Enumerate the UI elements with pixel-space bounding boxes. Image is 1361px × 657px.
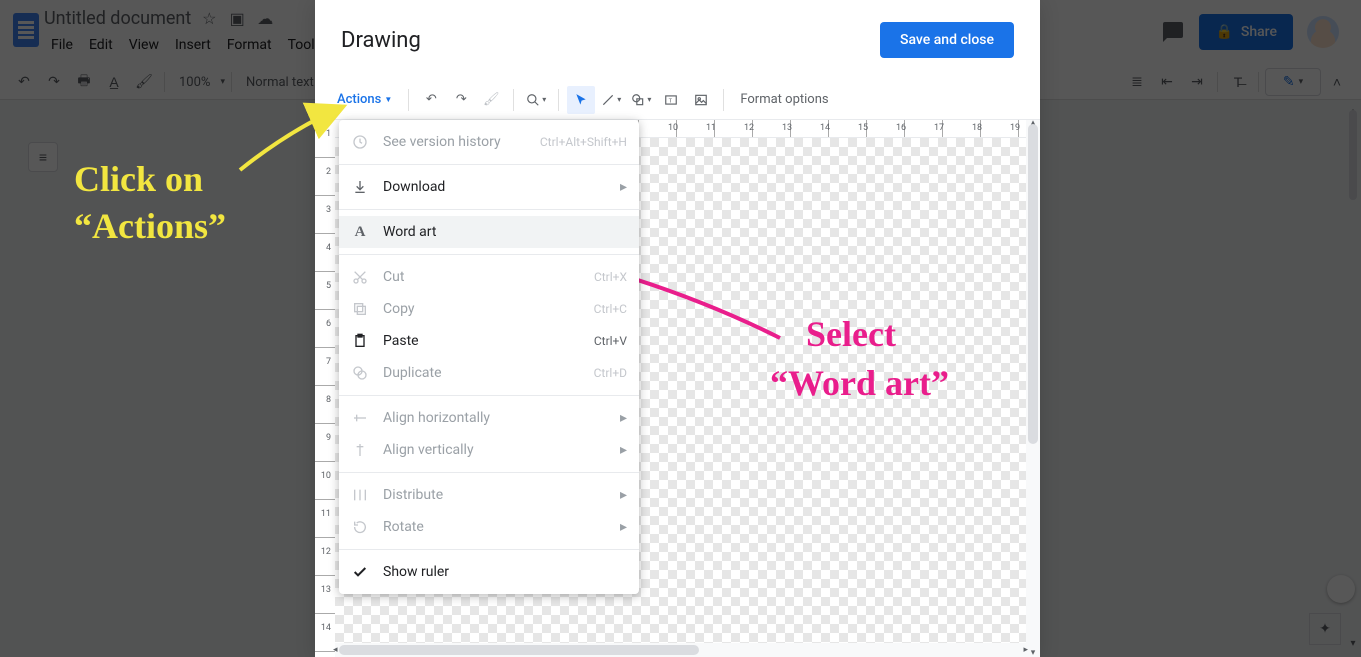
shape-tool-icon[interactable] xyxy=(627,86,655,114)
copy-icon xyxy=(351,300,369,318)
submenu-arrow-icon: ▸ xyxy=(620,179,627,195)
menu-item-label: Word art xyxy=(383,224,627,240)
menu-item-align-horizontally: Align horizontally ▸ xyxy=(339,402,639,434)
actions-dropdown: See version history Ctrl+Alt+Shift+H Downl… xyxy=(339,120,639,594)
vertical-ruler: 1234567891011121314 xyxy=(315,120,335,657)
menu-item-align-vertically: Align vertically ▸ xyxy=(339,434,639,466)
menu-item-label: Align vertically xyxy=(383,442,606,458)
paint-format-icon[interactable]: 🖌 xyxy=(477,86,505,114)
drawing-toolbar: Actions▼ ↶ ↷ 🖌 T Format options xyxy=(315,80,1040,120)
menu-item-label: Cut xyxy=(383,269,572,285)
menu-item-shortcut: Ctrl+X xyxy=(586,270,627,284)
menu-item-word-art[interactable]: A Word art xyxy=(339,216,639,248)
menu-item-distribute: Distribute ▸ xyxy=(339,479,639,511)
actions-label: Actions xyxy=(337,92,381,107)
check-icon xyxy=(351,563,369,581)
canvas-horizontal-scrollbar[interactable]: ◂ ▸ xyxy=(335,643,1026,657)
menu-item-download[interactable]: Download ▸ xyxy=(339,171,639,203)
paste-icon xyxy=(351,332,369,350)
format-options-button[interactable]: Format options xyxy=(732,86,836,114)
A-icon: A xyxy=(351,223,369,241)
dist-icon xyxy=(351,486,369,504)
submenu-arrow-icon: ▸ xyxy=(620,487,627,503)
menu-item-shortcut: Ctrl+D xyxy=(586,366,627,380)
menu-item-shortcut: Ctrl+C xyxy=(586,302,627,316)
menu-item-show-ruler[interactable]: Show ruler xyxy=(339,556,639,588)
submenu-arrow-icon: ▸ xyxy=(620,442,627,458)
menu-item-label: See version history xyxy=(383,134,518,150)
canvas-vertical-scrollbar[interactable]: ▴ ▾ xyxy=(1026,120,1040,657)
menu-item-rotate: Rotate ▸ xyxy=(339,511,639,543)
menu-item-paste[interactable]: Paste Ctrl+V xyxy=(339,325,639,357)
menu-item-copy: Copy Ctrl+C xyxy=(339,293,639,325)
zoom-icon[interactable] xyxy=(522,86,550,114)
select-tool-icon[interactable] xyxy=(567,86,595,114)
redo-icon[interactable]: ↷ xyxy=(447,86,475,114)
textbox-tool-icon[interactable]: T xyxy=(657,86,685,114)
menu-item-label: Copy xyxy=(383,301,572,317)
alignV-icon xyxy=(351,441,369,459)
submenu-arrow-icon: ▸ xyxy=(620,410,627,426)
dup-icon xyxy=(351,364,369,382)
download-icon xyxy=(351,178,369,196)
menu-item-label: Rotate xyxy=(383,519,606,535)
menu-item-shortcut: Ctrl+Alt+Shift+H xyxy=(532,135,627,149)
menu-item-shortcut: Ctrl+V xyxy=(586,334,627,348)
actions-button[interactable]: Actions▼ xyxy=(329,86,400,114)
save-and-close-button[interactable]: Save and close xyxy=(880,22,1014,58)
menu-item-label: Distribute xyxy=(383,487,606,503)
undo-icon[interactable]: ↶ xyxy=(417,86,445,114)
menu-item-label: Align horizontally xyxy=(383,410,606,426)
svg-text:T: T xyxy=(669,98,673,104)
menu-item-duplicate: Duplicate Ctrl+D xyxy=(339,357,639,389)
rotate-icon xyxy=(351,518,369,536)
image-tool-icon[interactable] xyxy=(687,86,715,114)
menu-item-cut: Cut Ctrl+X xyxy=(339,261,639,293)
menu-item-label: Paste xyxy=(383,333,572,349)
line-tool-icon[interactable] xyxy=(597,86,625,114)
menu-item-see-version-history: See version history Ctrl+Alt+Shift+H xyxy=(339,126,639,158)
alignH-icon xyxy=(351,409,369,427)
submenu-arrow-icon: ▸ xyxy=(620,519,627,535)
menu-item-label: Download xyxy=(383,179,606,195)
menu-item-label: Duplicate xyxy=(383,365,572,381)
modal-title: Drawing xyxy=(341,28,421,53)
cut-icon xyxy=(351,268,369,286)
menu-item-label: Show ruler xyxy=(383,564,627,580)
history-icon xyxy=(351,133,369,151)
